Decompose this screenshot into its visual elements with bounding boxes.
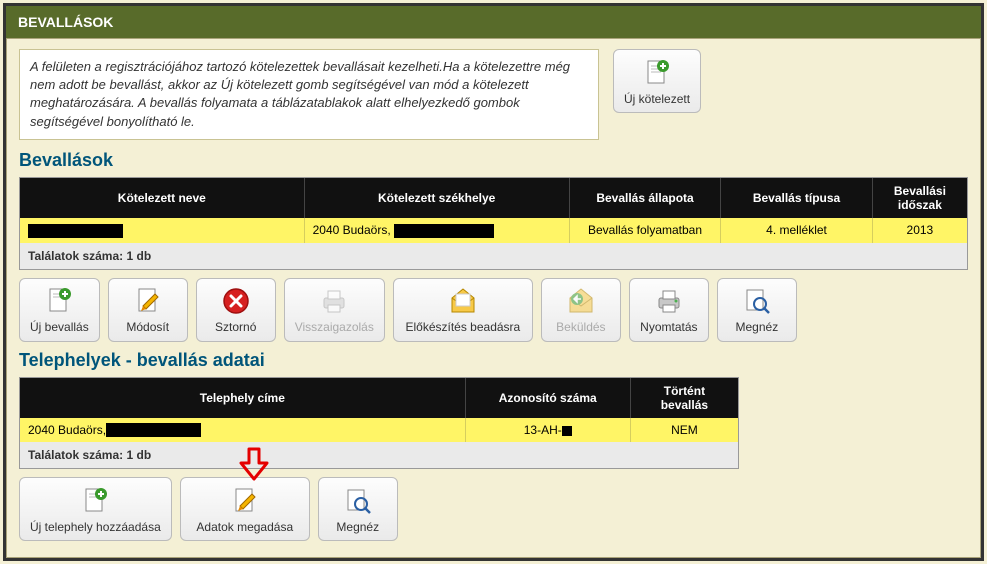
mail-open-icon (447, 285, 479, 317)
results-count: Találatok száma: 1 db (20, 243, 967, 269)
cell-site-address: 2040 Budaörs, (20, 418, 465, 443)
table-row[interactable]: 2040 Budaörs, 13-AH- NEM (20, 418, 738, 443)
col-type: Bevallás típusa (721, 178, 873, 218)
magnifier-icon (741, 285, 773, 317)
cell-address: 2040 Budaörs, (304, 218, 569, 243)
cell-type: 4. melléklet (721, 218, 873, 243)
section-bevallasok-title: Bevallások (19, 150, 968, 171)
cell-done: NEM (630, 418, 738, 443)
cell-id: 13-AH- (465, 418, 630, 443)
col-status: Bevallás állapota (569, 178, 721, 218)
col-name: Kötelezett neve (20, 178, 304, 218)
print-button[interactable]: Nyomtatás (629, 278, 709, 342)
cell-period: 2013 (872, 218, 967, 243)
new-obligor-label: Új kötelezett (624, 92, 690, 106)
pencil-icon (132, 285, 164, 317)
telephelyek-table: Telephely címe Azonosító száma Történt b… (20, 378, 738, 469)
mail-send-icon (565, 285, 597, 317)
col-id: Azonosító száma (465, 378, 630, 418)
new-declaration-button[interactable]: Új bevallás (19, 278, 100, 342)
magnifier-icon (342, 485, 374, 517)
prepare-submit-button[interactable]: Előkészítés beadásra (393, 278, 533, 342)
col-done: Történt bevallás (630, 378, 738, 418)
printer-icon (653, 285, 685, 317)
bevallasok-table: Kötelezett neve Kötelezett székhelye Bev… (20, 178, 967, 269)
col-period: Bevallási időszak (872, 178, 967, 218)
storno-button[interactable]: Sztornó (196, 278, 276, 342)
pencil-icon (229, 485, 261, 517)
view-button-2[interactable]: Megnéz (318, 477, 398, 541)
col-address: Kötelezett székhelye (304, 178, 569, 218)
cancel-icon (220, 285, 252, 317)
document-add-icon (641, 57, 673, 89)
printer-icon (318, 285, 350, 317)
results-count-2: Találatok száma: 1 db (20, 442, 738, 468)
cell-name (20, 218, 304, 243)
view-button[interactable]: Megnéz (717, 278, 797, 342)
document-add-icon (79, 485, 111, 517)
red-arrow-annotation (234, 445, 274, 485)
intro-text: A felületen a regisztrációjához tartozó … (19, 49, 599, 140)
add-site-button[interactable]: Új telephely hozzáadása (19, 477, 172, 541)
confirmation-button: Visszaigazolás (284, 278, 385, 342)
page-title: BEVALLÁSOK (6, 6, 981, 38)
col-site-address: Telephely címe (20, 378, 465, 418)
table-row[interactable]: 2040 Budaörs, Bevallás folyamatban 4. me… (20, 218, 967, 243)
cell-status: Bevallás folyamatban (569, 218, 721, 243)
new-obligor-button[interactable]: Új kötelezett (613, 49, 701, 113)
modify-button[interactable]: Módosít (108, 278, 188, 342)
submit-button: Beküldés (541, 278, 621, 342)
section-telephelyek-title: Telephelyek - bevallás adatai (19, 350, 968, 371)
enter-data-button[interactable]: Adatok megadása (180, 477, 310, 541)
document-add-icon (43, 285, 75, 317)
